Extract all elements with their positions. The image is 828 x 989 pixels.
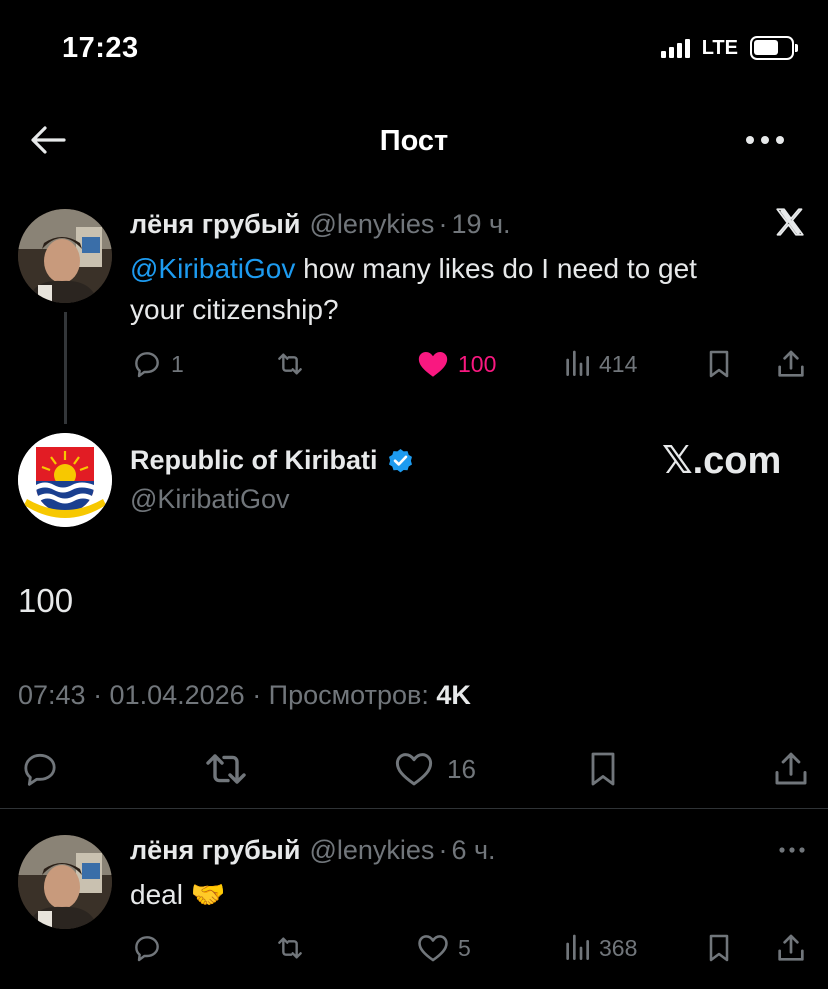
kiribati-avatar[interactable] [18,433,112,527]
views-chart-icon [566,350,589,376]
author-handle[interactable]: @KiribatiGov [130,484,289,515]
author-name[interactable]: лёня грубый [130,209,300,240]
xcom-watermark: 𝕏.com [662,440,782,482]
views-button[interactable]: 368 [563,932,637,964]
page-title: Пост [379,125,449,157]
reply-button[interactable]: 1 [131,348,184,380]
status-indicators: LTE [660,36,798,60]
reply-icon [135,352,159,378]
views-count: 368 [599,934,638,961]
heart-icon [418,935,448,962]
tweet-text: @KiribatiGov how many likes do I need to… [130,248,810,330]
author-name[interactable]: Republic of Kiribati [130,445,378,476]
like-button[interactable]: 100 [416,348,496,380]
kiribati-coat-of-arms-icon [18,433,112,527]
network-label: LTE [701,36,738,59]
tweet-time[interactable]: 6 ч. [451,835,495,866]
share-icon[interactable] [774,931,808,965]
reply-count: 1 [171,350,184,377]
avatar[interactable] [18,835,112,929]
bookmark-icon[interactable] [703,348,735,380]
author-handle[interactable]: @lenykies [309,835,434,866]
reply-icon[interactable] [20,749,60,789]
heart-icon [395,753,433,786]
author-handle[interactable]: @lenykies [309,209,434,240]
like-button[interactable]: 16 [393,749,476,789]
like-button[interactable]: 5 [416,932,471,964]
like-count: 5 [458,934,471,961]
mention-link[interactable]: @KiribatiGov [130,253,295,284]
share-icon[interactable] [770,748,812,790]
timestamp-text[interactable]: 07:43 · 01.04.2026 · Просмотров: [18,680,436,710]
views-chart-icon [566,934,589,960]
tweet-text-line2: your citizenship? [130,294,339,325]
retweet-button[interactable] [272,348,308,380]
x-logo-icon [776,208,804,236]
battery-icon [750,36,798,60]
views-total[interactable]: 4K [436,680,471,710]
status-bar: 17:23 LTE [0,0,828,100]
retweet-icon[interactable] [202,749,250,789]
tweet-timestamp: 07:43 · 01.04.2026 · Просмотров: 4K [18,680,471,711]
bookmark-icon[interactable] [703,932,735,964]
bookmark-icon[interactable] [583,749,623,789]
views-count: 414 [599,350,638,377]
separator-dot: · [438,208,448,239]
share-icon[interactable] [774,347,808,381]
tweet-text-line1: how many likes do I need to get [295,253,697,284]
separator-dot: · [438,834,448,865]
like-count: 16 [447,753,476,784]
avatar[interactable] [18,209,112,303]
verified-badge-icon [388,448,412,472]
tweet-text: deal 🤝 [130,879,226,910]
tweet-time[interactable]: 19 ч. [451,209,510,240]
signal-icon [660,38,690,58]
more-horizontal-icon[interactable] [776,840,808,860]
author-name[interactable]: лёня грубый [130,835,300,866]
retweet-icon [278,353,302,375]
heart-filled-icon [418,351,448,377]
tweet-header: лёня грубый @lenykies · 19 ч. [130,206,511,242]
retweet-icon[interactable] [272,932,308,964]
tweet-text: 100 [18,582,74,619]
nav-bar: Пост [0,105,828,175]
thread-line [64,312,67,424]
more-horizontal-icon[interactable] [740,125,790,155]
tweet-header: Republic of Kiribati [130,442,415,478]
status-time: 17:23 [62,32,139,64]
reply-icon[interactable] [131,932,163,964]
like-count: 100 [458,350,497,377]
tweet-header: лёня грубый @lenykies · 6 ч. [130,832,496,868]
views-button[interactable]: 414 [563,348,637,380]
divider [0,808,828,809]
